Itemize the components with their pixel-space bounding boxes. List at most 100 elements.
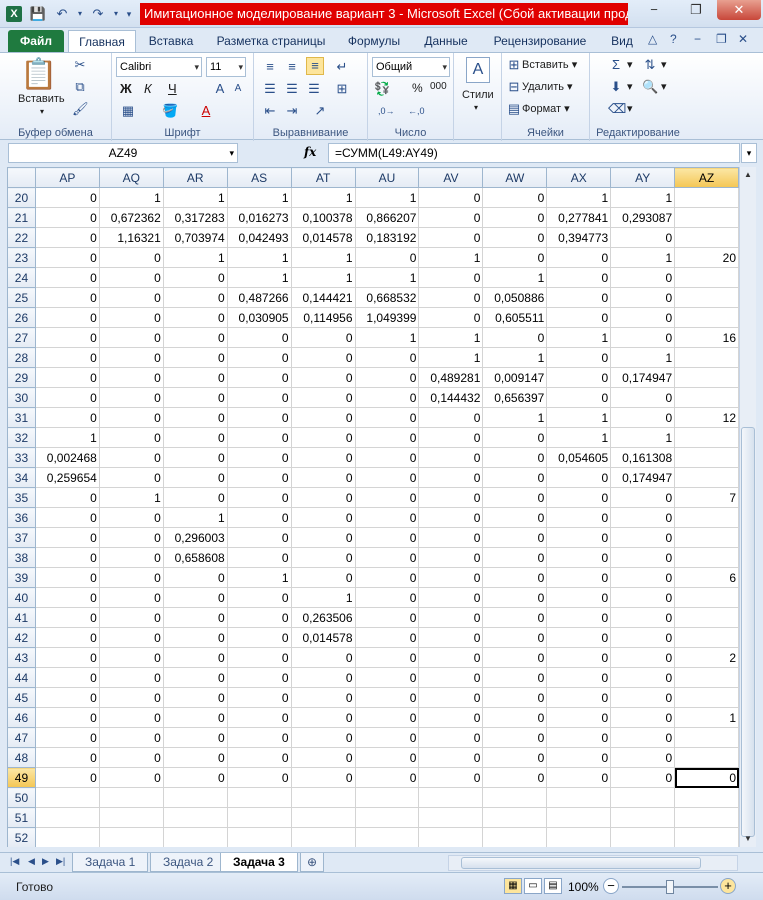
row-header[interactable]: 44 xyxy=(7,667,36,688)
clear-icon[interactable]: ⌫ ▾ xyxy=(608,101,633,117)
cell[interactable]: 0 xyxy=(546,607,612,628)
row-header[interactable]: 20 xyxy=(7,187,36,208)
cell[interactable]: 0 xyxy=(354,527,420,548)
cell[interactable]: 0,002468 xyxy=(34,447,100,468)
cell[interactable] xyxy=(290,787,356,808)
cell[interactable]: 0 xyxy=(354,767,420,788)
cell[interactable]: 0 xyxy=(610,607,676,628)
cell[interactable] xyxy=(162,807,228,828)
cell[interactable] xyxy=(290,827,356,847)
cell[interactable]: 7 xyxy=(674,487,739,508)
cell[interactable]: 0 xyxy=(162,627,228,648)
cell[interactable]: 0,866207 xyxy=(354,207,420,228)
cell[interactable] xyxy=(354,827,420,847)
font-size-combo[interactable]: 11 ▾ xyxy=(206,57,246,77)
paste-dropdown-icon[interactable]: ▾ xyxy=(40,107,44,116)
cell[interactable]: 1 xyxy=(674,707,739,728)
orientation-icon[interactable]: ↗ xyxy=(312,103,328,119)
cell[interactable]: 0 xyxy=(34,627,100,648)
cell[interactable]: 1 xyxy=(546,407,612,428)
row-header[interactable]: 25 xyxy=(7,287,36,308)
cell[interactable]: 0,672362 xyxy=(98,207,164,228)
scroll-up-icon[interactable]: ▲ xyxy=(740,167,756,183)
cell[interactable] xyxy=(674,667,739,688)
cell[interactable]: 0 xyxy=(34,767,100,788)
cell[interactable]: 0,042493 xyxy=(226,227,292,248)
cell[interactable]: 0 xyxy=(418,427,484,448)
column-header[interactable]: AX xyxy=(546,167,612,188)
cell[interactable]: 0 xyxy=(418,267,484,288)
cell[interactable]: 0,183192 xyxy=(354,227,420,248)
row-header[interactable]: 39 xyxy=(7,567,36,588)
underline-button[interactable]: Ч xyxy=(168,81,177,96)
save-icon[interactable]: 💾 xyxy=(28,5,48,23)
cell[interactable]: 0 xyxy=(34,727,100,748)
cell[interactable]: 1 xyxy=(418,327,484,348)
cell[interactable]: 0 xyxy=(610,267,676,288)
cell[interactable]: 0 xyxy=(546,587,612,608)
cell[interactable] xyxy=(674,287,739,308)
format-cells-button[interactable]: ▤ Формат ▾ xyxy=(506,101,570,117)
cell[interactable]: 0 xyxy=(34,267,100,288)
cell[interactable]: 0,296003 xyxy=(162,527,228,548)
cell[interactable] xyxy=(674,207,739,228)
cell[interactable]: 1 xyxy=(162,187,228,208)
vertical-scrollbar[interactable]: ▲ ▼ xyxy=(739,167,756,847)
cell[interactable]: 0 xyxy=(34,547,100,568)
expand-formula-bar-icon[interactable]: ▾ xyxy=(741,143,757,163)
help-icon[interactable]: ? xyxy=(670,32,677,46)
cell[interactable]: 0 xyxy=(354,347,420,368)
cell[interactable]: 0 xyxy=(98,647,164,668)
row-header[interactable]: 51 xyxy=(7,807,36,828)
row-header[interactable]: 34 xyxy=(7,467,36,488)
cell[interactable]: 0 xyxy=(418,467,484,488)
cell[interactable]: 0 xyxy=(482,647,548,668)
cell[interactable]: 0 xyxy=(98,587,164,608)
cell[interactable]: 0 xyxy=(290,427,356,448)
zoom-slider-knob[interactable] xyxy=(666,880,674,894)
redo-dropdown-icon[interactable]: ▾ xyxy=(112,5,120,23)
cell[interactable]: 0 xyxy=(546,487,612,508)
cell[interactable] xyxy=(98,827,164,847)
cell[interactable]: 0 xyxy=(162,267,228,288)
cell[interactable] xyxy=(674,427,739,448)
cell[interactable]: 0 xyxy=(34,527,100,548)
cell[interactable] xyxy=(98,807,164,828)
cell[interactable]: 1 xyxy=(482,407,548,428)
cell[interactable]: 0 xyxy=(290,487,356,508)
cell[interactable]: 0 xyxy=(482,587,548,608)
cell[interactable]: 0 xyxy=(354,647,420,668)
cell[interactable]: 0 xyxy=(610,227,676,248)
tab-insert[interactable]: Вставка xyxy=(140,30,202,52)
row-header[interactable]: 43 xyxy=(7,647,36,668)
copy-icon[interactable]: ⧉ xyxy=(72,79,88,95)
cell[interactable]: 0 xyxy=(290,667,356,688)
cell[interactable]: 0 xyxy=(482,207,548,228)
cell[interactable]: 0 xyxy=(610,287,676,308)
find-select-icon[interactable]: 🔍 ▾ xyxy=(642,79,667,95)
cell[interactable]: 0 xyxy=(482,487,548,508)
cell[interactable]: 0 xyxy=(482,507,548,528)
cell[interactable]: 0 xyxy=(354,747,420,768)
cell[interactable]: 0 xyxy=(290,727,356,748)
autosum-icon[interactable]: Σ ▾ xyxy=(608,57,633,73)
cell[interactable]: 0 xyxy=(610,667,676,688)
cell[interactable]: 0 xyxy=(162,487,228,508)
cell[interactable]: 0 xyxy=(482,327,548,348)
cell[interactable]: 0 xyxy=(98,307,164,328)
column-header[interactable]: AW xyxy=(482,167,548,188)
cell[interactable]: 0 xyxy=(354,627,420,648)
cell[interactable]: 0 xyxy=(610,627,676,648)
cell[interactable]: 1 xyxy=(546,427,612,448)
sheet-tab-1[interactable]: Задача 1 xyxy=(72,853,149,872)
cell[interactable]: 0 xyxy=(226,487,292,508)
column-header[interactable]: AT xyxy=(290,167,356,188)
row-header[interactable]: 46 xyxy=(7,707,36,728)
cell[interactable]: 0 xyxy=(354,727,420,748)
column-header[interactable]: AQ xyxy=(98,167,164,188)
cell[interactable]: 0 xyxy=(418,307,484,328)
cell[interactable]: 0 xyxy=(482,547,548,568)
cell[interactable]: 0 xyxy=(546,467,612,488)
cell[interactable]: 0 xyxy=(34,347,100,368)
row-header[interactable]: 47 xyxy=(7,727,36,748)
